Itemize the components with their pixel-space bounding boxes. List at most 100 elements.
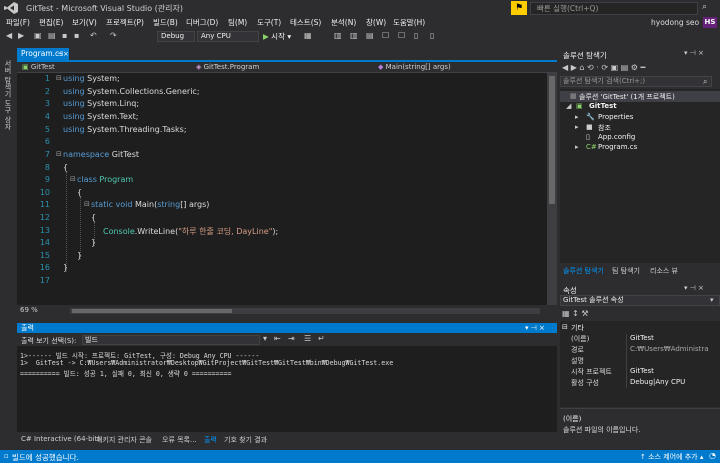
menu-debug[interactable]: 디버그(D) xyxy=(186,17,218,28)
tab-error-list[interactable]: 오류 목록... xyxy=(162,435,197,445)
reference-icon: ■ xyxy=(586,123,593,131)
config-select[interactable]: Debug xyxy=(157,31,195,42)
tab-output[interactable]: 출력 xyxy=(204,435,217,445)
clear-all-icon[interactable]: ☰ xyxy=(304,334,311,343)
search-icon[interactable]: ⌕ xyxy=(702,2,716,15)
toolbar-extra-icon[interactable]: ▦ xyxy=(304,31,312,41)
platform-select[interactable]: Any CPU xyxy=(197,31,259,42)
next-message-icon[interactable]: ⇥ xyxy=(288,334,295,343)
find-message-icon[interactable]: ⇤ xyxy=(274,334,281,343)
line-number: 9 xyxy=(44,175,50,184)
collapse-icon[interactable]: ⊟ xyxy=(56,74,62,82)
menu-test[interactable]: 테스트(S) xyxy=(290,17,321,28)
forward-icon[interactable]: ▶ xyxy=(18,31,24,41)
tab-csharp-interactive[interactable]: C# Interactive (64-bit) xyxy=(21,435,100,443)
output-source-select[interactable]: 빌드 xyxy=(82,335,260,345)
property-value[interactable]: Debug|Any CPU xyxy=(630,378,718,386)
nav-class-dropdown[interactable]: ◈ GitTest.Program xyxy=(196,62,366,73)
new-project-icon[interactable]: ▣ xyxy=(34,31,42,41)
toolbar-extra-icon-2[interactable]: ▥ xyxy=(334,31,342,41)
menu-file[interactable]: 파일(F) xyxy=(6,17,30,28)
property-value[interactable]: C:₩Users₩Administra xyxy=(630,345,718,353)
tab-resource-view[interactable]: 리소스 뷰 xyxy=(650,266,678,276)
code-line-5: using System.Threading.Tasks; xyxy=(63,125,187,134)
quick-launch-input[interactable]: 빠른 실행(Ctrl+Q) xyxy=(530,2,698,15)
menu-tools[interactable]: 도구(T) xyxy=(257,17,281,28)
menu-edit[interactable]: 편집(E) xyxy=(39,17,63,28)
nav-class-label: GitTest.Program xyxy=(203,63,260,71)
add-to-source-control[interactable]: ↑ 소스 제어에 추가 ▴ xyxy=(640,452,703,462)
open-file-icon[interactable]: ▤ xyxy=(48,31,56,41)
panel-window-buttons[interactable]: ▾ ⊣ × xyxy=(684,284,704,292)
tab-package-manager[interactable]: 패키지 관리자 콘솔 xyxy=(96,435,152,445)
tree-item-project[interactable]: GitTest xyxy=(589,102,617,110)
toolbar-extra-icon-6[interactable]: ☐ xyxy=(398,31,405,41)
expand-icon[interactable]: ◢ xyxy=(566,102,571,110)
expand-icon[interactable]: ▸ xyxy=(575,113,579,121)
window-title: GitTest - Microsoft Visual Studio (관리자) xyxy=(26,4,184,13)
property-description-text: 솔루션 파일의 이름입니다. xyxy=(563,426,641,434)
collapse-icon[interactable]: ⊟ xyxy=(56,150,62,158)
panel-window-buttons[interactable]: ▾ ⊣ × xyxy=(525,323,545,333)
collapse-icon[interactable]: ⊟ xyxy=(70,175,76,183)
output-panel-header xyxy=(17,323,557,333)
menu-help[interactable]: 도움말(H) xyxy=(393,17,425,28)
back-icon[interactable]: ◀ xyxy=(6,31,12,41)
notification-flag-icon[interactable]: ⚑ xyxy=(511,1,527,15)
undo-icon[interactable]: ↶ xyxy=(90,31,97,41)
solution-search-input[interactable]: 솔루션 탐색기 검색(Ctrl+;) xyxy=(560,76,712,87)
nav-member-dropdown[interactable]: ◆ Main(string[] args) xyxy=(378,62,548,73)
tree-item-references[interactable]: 참조 xyxy=(598,123,611,133)
expand-icon[interactable]: ▸ xyxy=(575,123,579,131)
avatar[interactable]: HS xyxy=(703,17,717,28)
collapse-icon[interactable]: ⊟ xyxy=(84,200,90,208)
expand-icon[interactable]: ▸ xyxy=(575,143,579,151)
property-value[interactable]: GitTest xyxy=(630,334,718,342)
chevron-down-icon[interactable]: ▾ xyxy=(710,296,714,304)
menu-analyze[interactable]: 분석(N) xyxy=(331,17,356,28)
save-all-icon[interactable]: ▪ xyxy=(74,31,79,41)
zoom-level[interactable]: 69 % xyxy=(20,306,38,314)
editor-hscroll-thumb[interactable] xyxy=(72,309,232,313)
category-collapse-icon[interactable]: ⊟ xyxy=(562,323,568,331)
vs-logo-icon[interactable] xyxy=(4,2,18,14)
properties-object-select[interactable]: GitTest 솔루션 속성 xyxy=(560,295,720,306)
menu-project[interactable]: 프로젝트(P) xyxy=(106,17,144,28)
nav-project-dropdown[interactable]: ▣ GitTest xyxy=(22,62,192,73)
toolbar-extra-icon-7[interactable]: ▯ xyxy=(414,31,418,41)
tree-item-app-config[interactable]: App.config xyxy=(598,133,635,141)
tab-team-explorer[interactable]: 팀 탐색기 xyxy=(612,266,640,276)
tree-item-properties[interactable]: Properties xyxy=(598,113,633,121)
line-number: 12 xyxy=(39,213,50,222)
server-explorer-tab[interactable]: 서버 탐색기 도구 상자 xyxy=(3,60,13,130)
toolbar-extra-icon-5[interactable]: ☐ xyxy=(382,31,389,41)
word-wrap-icon[interactable]: ↵ xyxy=(318,334,325,343)
menu-view[interactable]: 보기(V) xyxy=(72,17,97,28)
project-icon: ▣ xyxy=(576,102,583,110)
start-button[interactable]: ▶ 시작 ▾ xyxy=(263,31,291,42)
menu-build[interactable]: 빌드(B) xyxy=(153,17,178,28)
solution-explorer-toolbar[interactable]: ◀ ▶ ⌂ ⟲ · ⟳ ▣ ▤ ⚙ ━ xyxy=(562,63,645,72)
save-icon[interactable]: ▪ xyxy=(62,31,67,41)
close-icon[interactable]: × xyxy=(63,48,69,60)
panel-window-buttons[interactable]: ▾ ⊣ × xyxy=(684,49,704,57)
editor-scroll-thumb[interactable] xyxy=(549,76,555,204)
method-icon: ◆ xyxy=(378,63,386,71)
tab-find-symbol[interactable]: 기호 찾기 결과 xyxy=(224,435,267,445)
tree-item-solution[interactable]: 솔루션 'GitTest' (1개 프로젝트) xyxy=(579,92,675,102)
user-name[interactable]: hyodong seo xyxy=(651,18,699,27)
output-line: 1> GitTest -> C:₩Users₩Administrator₩Des… xyxy=(20,359,394,367)
menu-window[interactable]: 창(W) xyxy=(366,17,386,28)
properties-toolbar[interactable]: ▦ ↕ ⚒ xyxy=(562,309,589,318)
toolbar-extra-icon-8[interactable]: ▯ xyxy=(430,31,434,41)
bell-icon[interactable]: ◔ xyxy=(709,451,716,460)
chevron-down-icon[interactable]: ▾ xyxy=(263,334,267,343)
menu-team[interactable]: 팀(M) xyxy=(228,17,247,28)
tree-item-program-cs[interactable]: Program.cs xyxy=(598,143,637,151)
toolbar-extra-icon-4[interactable]: ▤ xyxy=(366,31,374,41)
toolbar-extra-icon-3[interactable]: ▥ xyxy=(350,31,358,41)
search-icon[interactable]: ⌕ xyxy=(703,77,707,87)
property-value[interactable]: GitTest xyxy=(630,367,718,375)
redo-icon[interactable]: ↷ xyxy=(110,31,117,41)
tab-solution-explorer[interactable]: 솔루션 탐색기 xyxy=(563,266,604,276)
